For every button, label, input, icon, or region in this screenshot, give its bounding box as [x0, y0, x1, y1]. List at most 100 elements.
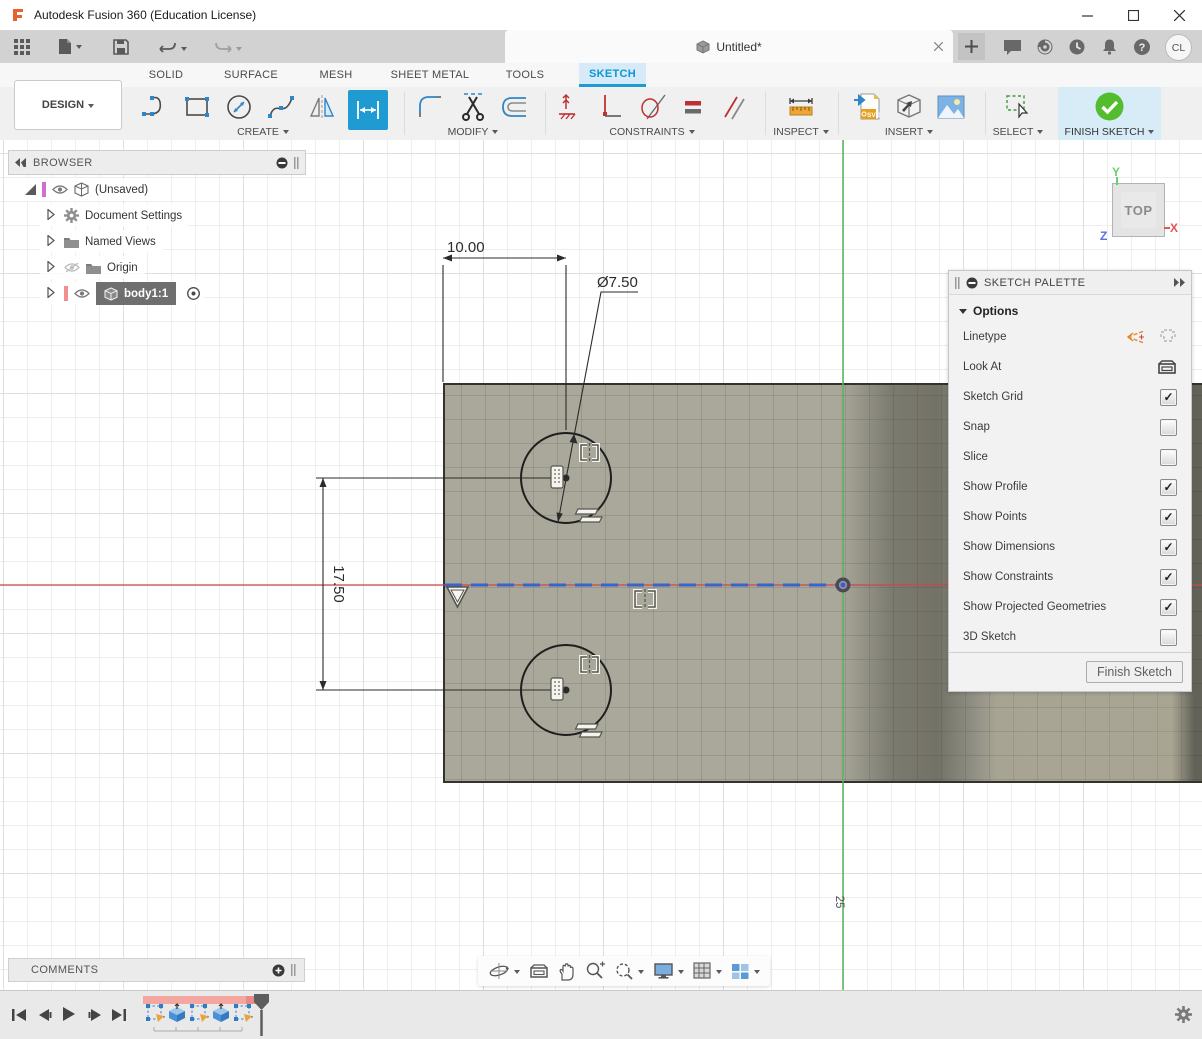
vertical-constraint-glyph-bottom[interactable] [551, 678, 563, 700]
sketch-dimension-tool-active[interactable] [348, 90, 388, 130]
expand-arrow-icon[interactable] [47, 261, 58, 275]
constraint-fix-tool[interactable] [553, 90, 587, 124]
collapse-panel-icon[interactable] [15, 158, 27, 167]
equal-constraint-glyph-bottom[interactable] [576, 724, 603, 737]
show-constraints-checkbox[interactable]: ✓ [1160, 569, 1177, 586]
visibility-off-eye-icon[interactable] [64, 262, 80, 273]
create-group-label[interactable]: CREATE [130, 126, 396, 138]
modify-group-label[interactable]: MODIFY [408, 126, 538, 138]
modify-trim-tool[interactable] [456, 90, 490, 124]
3d-sketch-checkbox[interactable] [1160, 629, 1177, 646]
timeline-feature-sketch-1[interactable] [145, 1003, 165, 1023]
maximize-button[interactable] [1110, 0, 1156, 30]
save-button[interactable] [105, 31, 137, 64]
visibility-eye-icon[interactable] [52, 184, 68, 195]
zoom-window-tool[interactable] [614, 961, 644, 981]
tab-tools[interactable]: TOOLS [498, 63, 552, 87]
look-at-icon[interactable] [1157, 359, 1177, 376]
timeline-feature-extrude-2[interactable] [211, 1003, 231, 1023]
symmetry-constraint-glyph-top[interactable] [581, 443, 598, 462]
projection-linetype-icon[interactable] [1157, 328, 1177, 346]
timeline-feature-sketch-3[interactable] [233, 1003, 253, 1023]
job-status-button[interactable] [1028, 30, 1062, 63]
clock-history-button[interactable] [1060, 30, 1094, 63]
insert-svg-tool[interactable]: SVG [850, 90, 884, 124]
constraints-group-label[interactable]: CONSTRAINTS [549, 126, 755, 138]
expand-arrow-icon[interactable] [47, 287, 58, 301]
browser-row-named-views[interactable]: Named Views [40, 230, 306, 253]
inspect-measure-tool[interactable] [784, 90, 818, 124]
new-document-tab-button[interactable] [958, 33, 985, 60]
options-section-header[interactable]: Options [949, 295, 1191, 322]
tab-surface[interactable]: SURFACE [216, 63, 286, 87]
zoom-tool[interactable] [585, 961, 605, 981]
select-tool[interactable] [1001, 90, 1035, 124]
browser-row-origin[interactable]: Origin [40, 256, 306, 279]
close-button[interactable] [1156, 0, 1202, 30]
insert-group-label[interactable]: INSERT [843, 126, 975, 138]
tab-sketch[interactable]: SKETCH [579, 63, 646, 87]
document-tab-close-icon[interactable] [934, 40, 943, 54]
display-settings-tool[interactable] [653, 962, 684, 980]
workspace-selector[interactable]: DESIGN [14, 80, 122, 130]
ground-to-parent-icon[interactable] [186, 286, 201, 301]
tab-mesh[interactable]: MESH [312, 63, 360, 87]
snap-checkbox[interactable] [1160, 419, 1177, 436]
origin-point[interactable] [836, 578, 851, 593]
browser-row-body[interactable]: body1:1 [40, 282, 306, 305]
create-line-tool[interactable] [138, 90, 172, 124]
browser-header[interactable]: BROWSER [8, 150, 306, 175]
timeline-step-back-button[interactable] [34, 1003, 56, 1027]
modify-fillet-tool[interactable] [414, 90, 448, 124]
constraint-parallel-tool[interactable] [717, 90, 751, 124]
comments-drag-handle-icon[interactable] [291, 964, 296, 976]
finish-sketch-button[interactable]: FINISH SKETCH [1058, 87, 1161, 140]
constraint-tangent-tool[interactable] [635, 90, 669, 124]
panel-drag-handle-icon[interactable] [294, 157, 299, 169]
tab-solid[interactable]: SOLID [140, 63, 192, 87]
symmetry-constraint-glyph-bottom[interactable] [581, 655, 598, 674]
model-canvas[interactable]: 10.00 Ø7.50 17.50 [0, 140, 1202, 990]
user-avatar[interactable]: CL [1165, 34, 1192, 61]
vertical-constraint-glyph-top[interactable] [551, 466, 563, 488]
notifications-bell-button[interactable] [1093, 30, 1126, 63]
orbit-tool[interactable] [488, 961, 520, 981]
undo-button[interactable] [151, 32, 195, 65]
timeline-feature-extrude-1[interactable] [167, 1003, 187, 1023]
timeline-step-forward-button[interactable] [84, 1003, 106, 1027]
expand-collapse-icon[interactable] [25, 184, 36, 195]
show-profile-checkbox[interactable]: ✓ [1160, 479, 1177, 496]
timeline-settings-gear-icon[interactable] [1172, 1002, 1194, 1026]
hide-palette-icon[interactable] [966, 277, 978, 289]
dimension-width[interactable]: 10.00 [443, 239, 566, 430]
view-cube-top-face[interactable]: TOP [1112, 183, 1165, 237]
palette-drag-handle-icon[interactable] [955, 277, 960, 289]
insert-canvas-tool[interactable] [934, 90, 968, 124]
create-spline-tool[interactable] [264, 90, 298, 124]
timeline-playhead[interactable] [253, 993, 271, 1037]
timeline-play-button[interactable] [58, 1002, 80, 1026]
timeline-go-to-start-button[interactable] [8, 1003, 30, 1027]
symmetry-constraint-glyph-centerline[interactable] [635, 589, 655, 609]
app-grid-menu-button[interactable] [6, 31, 38, 64]
browser-row-root[interactable]: (Unsaved) [18, 178, 306, 201]
select-group-label[interactable]: SELECT [988, 126, 1048, 138]
grid-settings-tool[interactable] [693, 962, 722, 980]
slice-checkbox[interactable] [1160, 449, 1177, 466]
show-points-checkbox[interactable]: ✓ [1160, 509, 1177, 526]
show-dimensions-checkbox[interactable]: ✓ [1160, 539, 1177, 556]
look-at-tool[interactable] [529, 963, 549, 980]
create-rectangle-tool[interactable] [180, 90, 214, 124]
view-cube[interactable]: TOP Y Z X [1098, 165, 1184, 253]
feedback-comment-button[interactable] [995, 30, 1030, 63]
sketch-palette-header[interactable]: SKETCH PALETTE [949, 271, 1191, 295]
inspect-group-label[interactable]: INSPECT [770, 126, 832, 138]
minimize-button[interactable] [1064, 0, 1110, 30]
pan-tool[interactable] [558, 962, 576, 981]
show-projected-geometries-checkbox[interactable]: ✓ [1160, 599, 1177, 616]
expand-panel-icon[interactable] [1173, 278, 1185, 287]
dimension-diameter[interactable]: Ø7.50 [557, 274, 639, 522]
redo-button[interactable] [206, 32, 250, 65]
construction-linetype-icon[interactable] [1125, 328, 1147, 346]
viewports-tool[interactable] [731, 963, 760, 980]
